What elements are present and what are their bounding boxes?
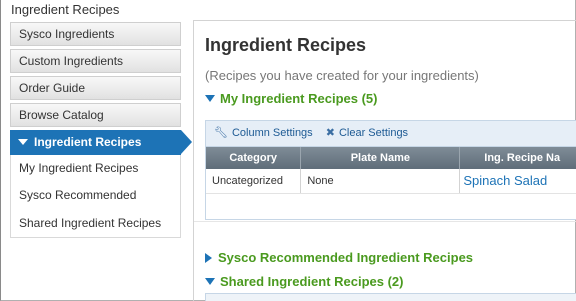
cell-category: Uncategorized [206, 169, 302, 194]
collapse-triangle-icon [205, 252, 212, 263]
column-header-category[interactable]: Category [206, 147, 302, 169]
section-sysco-recommended[interactable]: Sysco Recommended Ingredient Recipes [205, 250, 473, 265]
section-label: Shared Ingredient Recipes (2) [220, 274, 404, 289]
sidebar-subnav: My Ingredient Recipes Sysco Recommended … [10, 155, 181, 238]
sidebar-item-label: Ingredient Recipes [34, 135, 142, 149]
section-shared-ingredient-recipes[interactable]: Shared Ingredient Recipes (2) [205, 274, 404, 289]
window-title: Ingredient Recipes [11, 2, 120, 17]
page-subtitle: (Recipes you have created for your ingre… [205, 68, 479, 83]
sidebar-item-ingredient-recipes[interactable]: Ingredient Recipes [10, 130, 192, 155]
column-header-recipe-name[interactable]: Ing. Recipe Na [459, 147, 576, 169]
expand-triangle-icon [205, 94, 215, 102]
expand-triangle-icon [205, 277, 215, 285]
app-frame: Ingredient Recipes Sysco Ingredients Cus… [0, 0, 576, 301]
cell-plate-name: None [300, 169, 461, 194]
sidebar-item-custom-ingredients[interactable]: Custom Ingredients [10, 49, 181, 73]
section-label: My Ingredient Recipes (5) [220, 91, 378, 106]
recipes-grid: 🔧︎ Column Settings ✖ Clear Settings Catego… [205, 120, 576, 220]
subnav-shared-ingredient-recipes[interactable]: Shared Ingredient Recipes [11, 209, 180, 237]
sidebar-item-sysco-ingredients[interactable]: Sysco Ingredients [10, 22, 181, 46]
subnav-sysco-recommended[interactable]: Sysco Recommended [11, 181, 180, 209]
clear-settings-label: Clear Settings [338, 127, 409, 139]
subnav-my-ingredient-recipes[interactable]: My Ingredient Recipes [11, 155, 180, 181]
table-header-row: Category Plate Name Ing. Recipe Na [206, 147, 576, 169]
recipes-table: Category Plate Name Ing. Recipe Na Uncat… [206, 147, 576, 194]
section-divider [194, 221, 576, 222]
column-settings-button[interactable]: 🔧︎ Column Settings [214, 121, 313, 145]
section-my-ingredient-recipes[interactable]: My Ingredient Recipes (5) [205, 91, 377, 106]
main-content: Ingredient Recipes (Recipes you have cre… [193, 20, 576, 301]
table-row[interactable]: Uncategorized None Spinach Salad [206, 169, 576, 194]
wrench-icon: 🔧︎ [214, 127, 228, 139]
x-icon: ✖ [325, 127, 335, 139]
section-label: Sysco Recommended Ingredient Recipes [218, 250, 474, 265]
shared-grid-toolbar [205, 293, 576, 301]
caret-down-icon [18, 138, 28, 145]
sidebar-item-order-guide[interactable]: Order Guide [10, 76, 181, 100]
recipe-name-link[interactable]: Spinach Salad [459, 169, 576, 194]
grid-toolbar: 🔧︎ Column Settings ✖ Clear Settings [206, 121, 576, 147]
clear-settings-button[interactable]: ✖ Clear Settings [326, 121, 408, 145]
column-header-plate-name[interactable]: Plate Name [300, 147, 461, 169]
page-title: Ingredient Recipes [205, 35, 367, 55]
sidebar: Sysco Ingredients Custom Ingredients Ord… [10, 22, 192, 238]
column-settings-label: Column Settings [231, 127, 313, 139]
sidebar-item-browse-catalog[interactable]: Browse Catalog [10, 103, 181, 127]
